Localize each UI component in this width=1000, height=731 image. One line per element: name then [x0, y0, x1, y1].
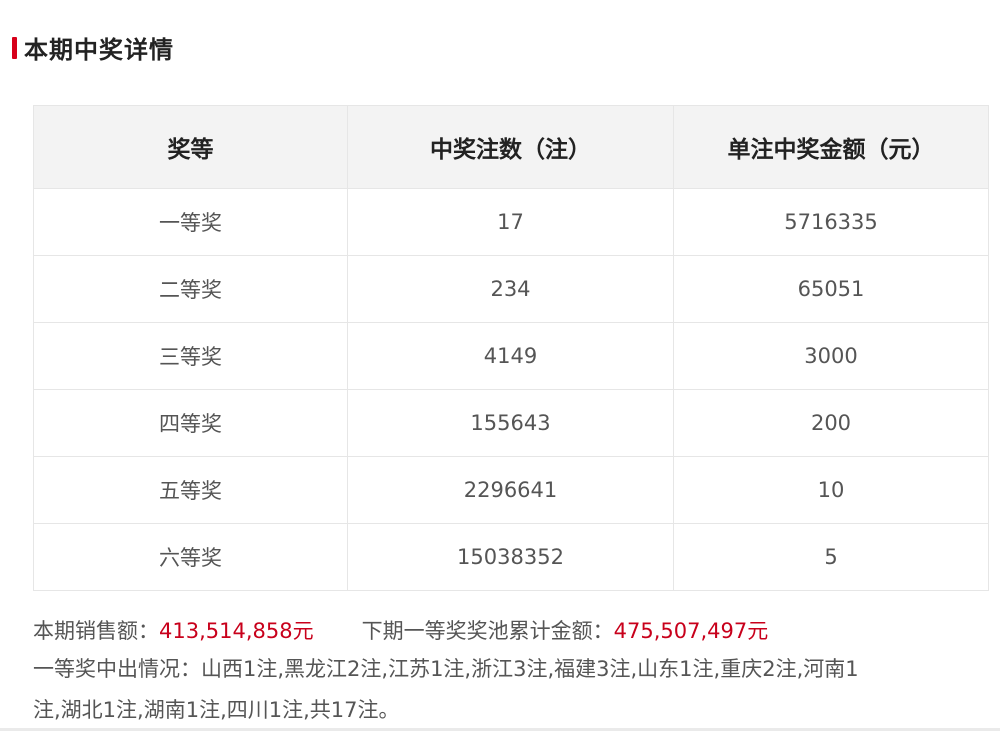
winner-count-cell: 4149 [347, 322, 674, 390]
jackpot-pool-value: 475,507,497元 [613, 619, 769, 643]
table-header-row: 奖等 中奖注数（注） 单注中奖金额（元） [33, 105, 989, 189]
table-row: 五等奖 2296641 10 [33, 456, 989, 524]
section-title: 本期中奖详情 [24, 36, 174, 64]
jackpot-pool-label: 下期一等奖奖池累计金额： [361, 619, 614, 643]
prize-level-cell: 六等奖 [33, 523, 348, 591]
header-prize-level: 奖等 [33, 105, 348, 189]
prize-level-cell: 三等奖 [33, 322, 348, 390]
winner-count-cell: 234 [347, 255, 674, 323]
sales-label: 本期销售额： [33, 619, 159, 643]
winner-count-cell: 155643 [347, 389, 674, 457]
prize-level-cell: 二等奖 [33, 255, 348, 323]
winner-count-cell: 15038352 [347, 523, 674, 591]
table-row: 三等奖 4149 3000 [33, 322, 989, 390]
prize-amount-cell: 65051 [673, 255, 989, 323]
sales-line: 本期销售额：413,514,858元 下期一等奖奖池累计金额：475,507,49… [33, 612, 859, 650]
table-row: 二等奖 234 65051 [33, 255, 989, 323]
prize-level-cell: 五等奖 [33, 456, 348, 524]
first-prize-distribution-continued: 注,湖北1注,湖南1注,四川1注,共17注。 [33, 698, 400, 722]
prize-table: 奖等 中奖注数（注） 单注中奖金额（元） 一等奖 17 5716335 二等奖 … [33, 105, 989, 591]
prize-level-cell: 一等奖 [33, 188, 348, 256]
winner-count-cell: 2296641 [347, 456, 674, 524]
section-header: 本期中奖详情 [12, 30, 174, 65]
prize-amount-cell: 200 [673, 389, 989, 457]
prize-amount-cell: 5716335 [673, 188, 989, 256]
first-prize-distribution-line: 一等奖中出情况：山西1注,黑龙江2注,江苏1注,浙江3注,福建3注,山东1注,重… [33, 657, 859, 681]
header-prize-amount: 单注中奖金额（元） [673, 105, 989, 189]
prize-amount-cell: 10 [673, 456, 989, 524]
title-accent-bar [12, 36, 17, 59]
table-row: 六等奖 15038352 5 [33, 523, 989, 591]
prize-amount-cell: 3000 [673, 322, 989, 390]
prize-level-cell: 四等奖 [33, 389, 348, 457]
sales-value: 413,514,858元 [159, 619, 314, 643]
header-winner-count: 中奖注数（注） [347, 105, 674, 189]
prize-amount-cell: 5 [673, 523, 989, 591]
table-row: 四等奖 155643 200 [33, 389, 989, 457]
draw-summary: 本期销售额：413,514,858元 下期一等奖奖池累计金额：475,507,49… [33, 612, 859, 688]
winner-count-cell: 17 [347, 188, 674, 256]
table-row: 一等奖 17 5716335 [33, 188, 989, 256]
